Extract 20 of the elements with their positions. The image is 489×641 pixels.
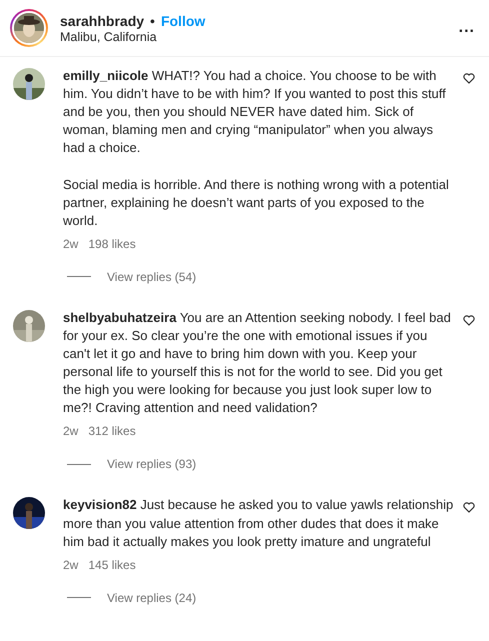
view-replies-button[interactable]: View replies (93): [107, 457, 196, 472]
likes-count[interactable]: 312 likes: [88, 424, 136, 438]
more-options-button[interactable]: ...: [458, 19, 475, 37]
comment-text: emilly_niicole WHAT!? You had a choice. You choose to be with him. You didn’t have to be with him? If you wanted to post this stuff and be you, then you should NEVER have dated him. Sick of woman, blaming men and crying “manipulator” when you always had a choice. Social media is horrible. And there is nothing wrong with a potential partner, explaining he doesn’t want parts of you exposed to the world.: [63, 67, 450, 230]
view-replies-button[interactable]: View replies (24): [107, 590, 196, 605]
heart-icon[interactable]: [463, 502, 475, 514]
heart-icon[interactable]: [463, 314, 475, 326]
comment-time: 2w: [63, 558, 78, 572]
follow-link[interactable]: Follow: [160, 12, 206, 28]
likes-count[interactable]: 145 likes: [88, 558, 136, 572]
location-link[interactable]: Malibu, California: [60, 30, 459, 44]
comment-text: keyvision82 Just because he asked you to value yawls relationship more than you value attention from other dudes that does it make him bad it actually makes you look pretty imature and ungrateful: [63, 496, 454, 551]
separator-dot: •: [150, 12, 155, 28]
likes-count[interactable]: 198 likes: [88, 236, 136, 251]
username[interactable]: sarahhbrady: [60, 12, 144, 28]
view-replies-button[interactable]: View replies (54): [107, 270, 196, 284]
comment-time: 2w: [63, 236, 78, 251]
heart-icon[interactable]: [463, 73, 475, 84]
comment-time: 2w: [63, 424, 78, 438]
comment-text: shelbyabuhatzeira You are an Attention seeking nobody. I feel bad for your ex. So clear you’re the one with emotional issues if you can't let it go and have to bring him down with you. Keep your personal life to yourself this is not for the world to see. Did you get the high you were looking for because you just look super low to me?! Craving attention and need validation?: [63, 308, 452, 418]
